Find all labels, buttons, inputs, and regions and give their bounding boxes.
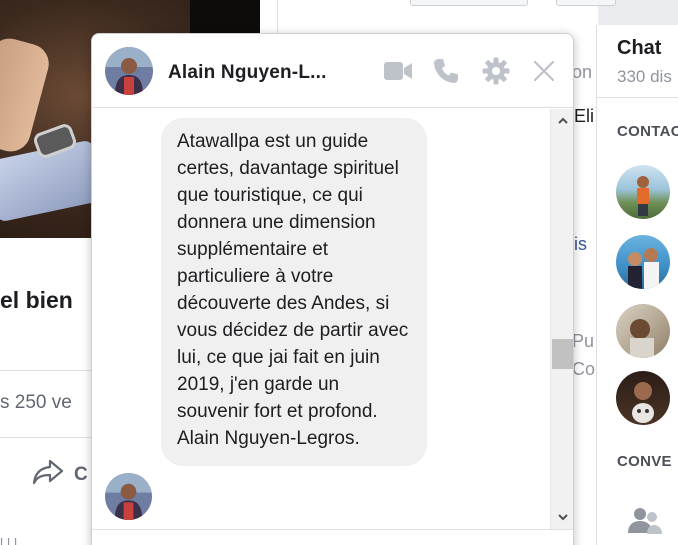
chat-window: Alain Nguyen-L... Atawallpa est un guide… — [91, 33, 574, 545]
message-bubble[interactable]: Atawallpa est un guide certes, davantage… — [161, 118, 427, 466]
background-text: on — [572, 62, 593, 82]
message-list[interactable]: Atawallpa est un guide certes, davantage… — [92, 109, 573, 529]
background-link[interactable]: is — [574, 234, 587, 255]
top-button[interactable] — [410, 0, 528, 6]
contact-avatar[interactable] — [616, 304, 670, 358]
settings-button[interactable] — [480, 56, 512, 86]
share-arrow-icon — [32, 458, 64, 492]
share-button[interactable]: C — [32, 458, 88, 492]
share-label: C — [74, 464, 88, 485]
video-camera-icon — [383, 60, 413, 82]
message-scrollbar[interactable] — [550, 109, 573, 529]
background-text: Co — [572, 359, 596, 379]
video-call-button[interactable] — [382, 56, 414, 86]
divider — [597, 97, 678, 98]
chat-sidebar: Chat 330 dis CONTAC CONVE — [596, 25, 678, 545]
post-stats[interactable]: s 250 ve — [0, 392, 72, 414]
conversations-header: CONVE — [617, 453, 672, 470]
contact-avatar[interactable] — [616, 235, 670, 289]
scrollbar-thumb[interactable] — [552, 339, 573, 369]
voice-call-button[interactable] — [430, 56, 462, 86]
sidebar-subtitle: 330 dis — [617, 67, 672, 86]
phone-icon — [433, 58, 459, 84]
gear-icon — [482, 57, 510, 85]
scroll-down-icon[interactable] — [557, 511, 569, 523]
close-button[interactable] — [528, 56, 560, 86]
message-avatar[interactable] — [105, 473, 152, 520]
contacts-header: CONTAC — [617, 123, 678, 140]
group-people-icon[interactable] — [625, 503, 665, 539]
contact-avatar[interactable] — [616, 371, 670, 425]
background-text: Pu — [572, 331, 595, 351]
sidebar-title[interactable]: Chat — [617, 37, 661, 60]
close-icon — [533, 60, 555, 82]
chat-contact-name[interactable]: Alain Nguyen-L... — [168, 62, 327, 84]
chat-header[interactable]: Alain Nguyen-L... — [92, 34, 573, 108]
background-text: Eli — [574, 106, 595, 126]
contact-avatar[interactable] — [616, 165, 670, 219]
avatar[interactable] — [105, 47, 153, 95]
post-footer-text: l l l — [0, 535, 18, 545]
message-composer[interactable] — [92, 529, 573, 545]
scroll-up-icon[interactable] — [557, 115, 569, 127]
top-button[interactable] — [556, 0, 616, 6]
post-headline[interactable]: el bien — [0, 287, 73, 314]
